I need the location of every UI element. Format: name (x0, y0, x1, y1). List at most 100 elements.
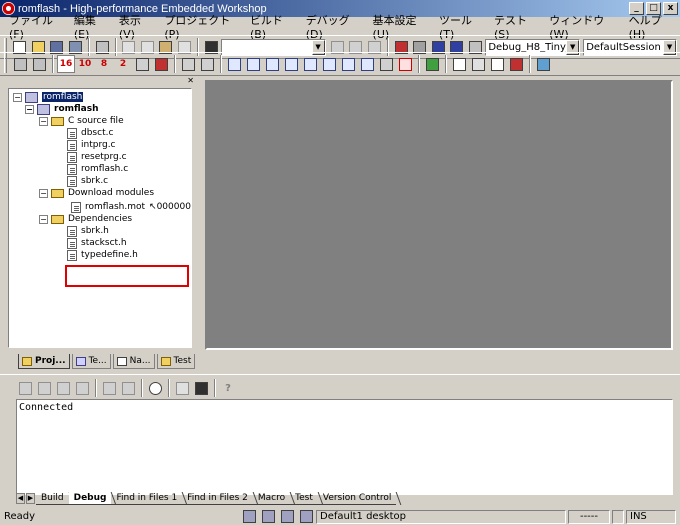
collapse-icon[interactable]: − (39, 116, 48, 126)
folder-icon (51, 214, 64, 224)
locals-icon[interactable] (198, 55, 216, 73)
file-icon (71, 201, 81, 213)
tree-project[interactable]: − romflash (25, 103, 99, 115)
desktop-icon-2[interactable] (259, 508, 277, 525)
tab-debug[interactable]: Debug (68, 492, 112, 505)
tab-test[interactable]: Test (156, 354, 196, 369)
tab-build[interactable]: Build (36, 492, 69, 505)
step-icon[interactable] (377, 55, 395, 73)
tab-find-in-files-1[interactable]: Find in Files 1 (111, 492, 183, 505)
reset-go-icon[interactable] (320, 55, 338, 73)
go-icon[interactable] (301, 55, 319, 73)
file-icon (67, 139, 77, 151)
tree-file[interactable]: stacksct.h (67, 237, 127, 249)
output-text[interactable]: Connected (16, 399, 673, 495)
status-dashes: ----- (568, 509, 610, 524)
tab-test[interactable]: Test (290, 492, 318, 505)
step-in-icon[interactable] (225, 55, 243, 73)
radix-16-button[interactable]: 16 (57, 55, 75, 73)
debug-settings-icon[interactable] (11, 55, 29, 73)
save-output-icon[interactable] (192, 379, 210, 397)
file-icon (67, 151, 77, 163)
tree-file[interactable]: sbrk.c (67, 175, 108, 187)
next-error-icon[interactable] (35, 379, 53, 397)
radix-8-button[interactable]: 8 (95, 55, 113, 73)
tab-macro[interactable]: Macro (252, 492, 291, 505)
file-icon (67, 127, 77, 139)
first-error-icon[interactable] (54, 379, 72, 397)
tree-file[interactable]: typedefine.h (67, 249, 138, 261)
tree-file[interactable]: romflash.c (67, 163, 128, 175)
reset-icon[interactable] (358, 55, 376, 73)
tab-version-control[interactable]: Version Control (317, 492, 397, 505)
tree-file[interactable]: intprg.c (67, 139, 116, 151)
halt-icon[interactable] (339, 55, 357, 73)
tab-navigation[interactable]: Na... (112, 354, 155, 369)
tree-file[interactable]: sbrk.h (67, 225, 109, 237)
tree-file[interactable]: dbsct.c (67, 127, 113, 139)
toolbar-grip[interactable] (4, 55, 7, 73)
tab-scroll-left-icon[interactable]: ◀ (16, 493, 25, 504)
tab-scroll-right-icon[interactable]: ▶ (26, 493, 35, 504)
folder-icon (51, 188, 64, 198)
desktop-icon-4[interactable] (297, 508, 315, 525)
tree-download-module[interactable]: romflash.mot ↖ 00000000 (71, 201, 191, 213)
tab-templates[interactable]: Te... (71, 354, 111, 369)
tree-folder-c-source[interactable]: − C source file (39, 115, 124, 127)
prev-error-icon[interactable] (16, 379, 34, 397)
workspace-panel: ✕ − romflash − romflash − C source file … (4, 76, 196, 372)
desktop-icon-1[interactable] (240, 508, 258, 525)
collapse-icon[interactable]: − (13, 92, 22, 102)
tree-folder-dependencies[interactable]: − Dependencies (39, 213, 132, 225)
copy-output-icon[interactable] (173, 379, 191, 397)
display-mode-icon[interactable] (133, 55, 151, 73)
desktop-icon-3[interactable] (278, 508, 296, 525)
workspace-tabs: Proj... Te... Na... Test (18, 354, 197, 370)
set-pc-icon[interactable] (396, 55, 414, 73)
help-icon[interactable]: ? (219, 379, 237, 397)
folder-icon (51, 116, 64, 126)
output-tabs: ◀ ▶ Build Debug Find in Files 1 Find in … (16, 491, 397, 506)
last-error-icon[interactable] (73, 379, 91, 397)
run-to-cursor-icon[interactable] (282, 55, 300, 73)
download-icon[interactable] (423, 55, 441, 73)
clear-icon[interactable] (146, 379, 164, 397)
sort-icon[interactable] (100, 379, 118, 397)
file-icon (67, 237, 77, 249)
project-tree: − romflash − romflash − C source file db… (8, 88, 192, 348)
color-icon[interactable] (152, 55, 170, 73)
tree-file[interactable]: resetprg.c (67, 151, 127, 163)
collapse-icon[interactable]: − (39, 188, 48, 198)
navigation-icon (116, 356, 127, 366)
menu-bar: ファイル(F) 編集(E) 表示(V) プロジェクト(P) ビルド(B) デバッ… (0, 14, 680, 41)
trace-icon[interactable] (507, 55, 525, 73)
filter-icon[interactable] (119, 379, 137, 397)
step-over-icon[interactable] (244, 55, 262, 73)
disassembly-icon[interactable] (30, 55, 48, 73)
radix-2-button[interactable]: 2 (114, 55, 132, 73)
tree-root[interactable]: − romflash (13, 91, 84, 103)
close-icon[interactable]: ✕ (187, 76, 194, 85)
tab-find-in-files-2[interactable]: Find in Files 2 (182, 492, 253, 505)
tree-folder-download[interactable]: − Download modules (39, 187, 154, 199)
memory-icon[interactable] (469, 55, 487, 73)
desktop-name: Default1 desktop (316, 509, 566, 524)
file-icon (67, 225, 77, 237)
output-panel: ? Connected ◀ ▶ Build Debug Find in File… (0, 374, 680, 508)
collapse-icon[interactable]: − (39, 214, 48, 224)
register-icon[interactable] (450, 55, 468, 73)
project-icon (37, 103, 50, 115)
help-icon[interactable] (534, 55, 552, 73)
io-icon[interactable] (488, 55, 506, 73)
tab-projects[interactable]: Proj... (18, 354, 70, 369)
mdi-client-area[interactable] (205, 80, 673, 350)
watch-icon[interactable] (179, 55, 197, 73)
status-empty-cell (612, 509, 624, 524)
test-icon (160, 356, 171, 366)
collapse-icon[interactable]: − (25, 104, 34, 114)
workspace-icon (25, 91, 38, 103)
status-bar: Ready Default1 desktop ----- INS (0, 508, 680, 525)
radix-10-button[interactable]: 10 (76, 55, 94, 73)
template-icon (75, 356, 86, 366)
step-out-icon[interactable] (263, 55, 281, 73)
